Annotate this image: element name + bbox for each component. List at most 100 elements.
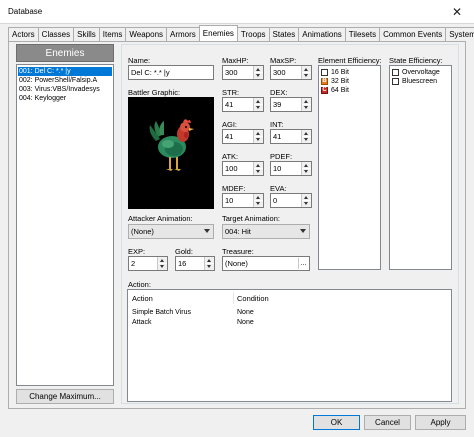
decrement-icon[interactable]: [302, 169, 311, 175]
element-item-32bit[interactable]: B 32 Bit: [321, 77, 379, 86]
increment-icon[interactable]: [302, 130, 311, 136]
table-row[interactable]: Simple Batch Virus None: [128, 309, 451, 319]
atk-stepper[interactable]: 100: [222, 161, 264, 176]
decrement-icon[interactable]: [254, 73, 263, 79]
int-stepper[interactable]: 41: [270, 129, 312, 144]
checkbox-icon[interactable]: C: [321, 87, 328, 94]
tab-enemies[interactable]: Enemies: [198, 25, 238, 41]
eva-value: 0: [273, 196, 278, 205]
apply-button[interactable]: Apply: [415, 415, 466, 430]
list-item[interactable]: 002: PowerShell/Falsip.A: [18, 76, 112, 85]
decrement-icon[interactable]: [158, 264, 167, 270]
increment-icon[interactable]: [302, 66, 311, 72]
decrement-icon[interactable]: [254, 201, 263, 207]
enemy-list[interactable]: 001: Del C: *.* |y 002: PowerShell/Falsi…: [16, 64, 114, 386]
column-divider: [233, 292, 234, 304]
attacker-animation-select[interactable]: (None): [128, 224, 214, 239]
maxsp-stepper[interactable]: 300: [270, 65, 312, 80]
pdef-stepper[interactable]: 10: [270, 161, 312, 176]
tab-states[interactable]: States: [268, 27, 300, 41]
element-label: 16 Bit: [331, 69, 349, 76]
increment-icon[interactable]: [254, 162, 263, 168]
agi-value: 41: [225, 132, 234, 141]
atk-label: ATK:: [222, 152, 239, 161]
list-item[interactable]: 003: Virus:VBS/Invadesys: [18, 85, 112, 94]
mdef-stepper[interactable]: 10: [222, 193, 264, 208]
dex-stepper[interactable]: 39: [270, 97, 312, 112]
list-item[interactable]: 001: Del C: *.* |y: [18, 67, 112, 76]
decrement-icon[interactable]: [302, 201, 311, 207]
change-maximum-button[interactable]: Change Maximum...: [16, 389, 114, 404]
decrement-icon[interactable]: [205, 264, 214, 270]
tab-skills[interactable]: Skills: [73, 27, 100, 41]
exp-stepper[interactable]: 2: [128, 256, 168, 271]
cancel-button[interactable]: Cancel: [364, 415, 411, 430]
str-stepper[interactable]: 41: [222, 97, 264, 112]
checkbox-icon[interactable]: B: [321, 78, 328, 85]
maxhp-stepper[interactable]: 300: [222, 65, 264, 80]
treasure-label: Treasure:: [222, 247, 254, 256]
decrement-icon[interactable]: [302, 105, 311, 111]
tab-armors[interactable]: Armors: [166, 27, 200, 41]
name-input[interactable]: Del C: *.* |y: [128, 65, 214, 80]
checkbox-icon[interactable]: [392, 78, 399, 85]
battler-graphic[interactable]: [128, 97, 214, 209]
decrement-icon[interactable]: [254, 137, 263, 143]
state-item-overvoltage[interactable]: Overvoltage: [392, 68, 450, 77]
decrement-icon[interactable]: [254, 169, 263, 175]
tab-items[interactable]: Items: [98, 27, 127, 41]
increment-icon[interactable]: [158, 257, 167, 263]
tab-classes[interactable]: Classes: [37, 27, 75, 41]
state-efficiency-list[interactable]: Overvoltage Bluescreen: [389, 65, 452, 270]
gold-stepper[interactable]: 16: [175, 256, 215, 271]
decrement-icon[interactable]: [302, 73, 311, 79]
increment-icon[interactable]: [302, 194, 311, 200]
dex-label: DEX:: [270, 88, 288, 97]
eva-stepper[interactable]: 0: [270, 193, 312, 208]
tab-troops[interactable]: Troops: [236, 27, 270, 41]
tab-common-events[interactable]: Common Events: [379, 27, 447, 41]
increment-icon[interactable]: [302, 98, 311, 104]
action-label: Action:: [128, 280, 151, 289]
action-table[interactable]: Action Condition Simple Batch Virus None…: [127, 289, 452, 402]
agi-stepper[interactable]: 41: [222, 129, 264, 144]
decrement-icon[interactable]: [254, 105, 263, 111]
element-label: 64 Bit: [331, 87, 349, 94]
action-column-header: Action: [132, 294, 153, 303]
int-label: INT:: [270, 120, 284, 129]
increment-icon[interactable]: [254, 66, 263, 72]
checkbox-icon[interactable]: [321, 69, 328, 76]
increment-icon[interactable]: [302, 162, 311, 168]
state-item-bluescreen[interactable]: Bluescreen: [392, 77, 450, 86]
treasure-field[interactable]: (None) ...: [222, 256, 310, 271]
tab-weapons[interactable]: Weapons: [125, 27, 168, 41]
mdef-value: 10: [225, 196, 234, 205]
atk-value: 100: [225, 164, 238, 173]
chevron-down-icon: [300, 229, 306, 233]
table-row[interactable]: Attack None: [128, 319, 451, 329]
increment-icon[interactable]: [205, 257, 214, 263]
close-icon[interactable]: ✕: [440, 0, 474, 24]
tab-animations[interactable]: Animations: [298, 27, 346, 41]
increment-icon[interactable]: [254, 98, 263, 104]
decrement-icon[interactable]: [302, 137, 311, 143]
target-animation-select[interactable]: 004: Hit: [222, 224, 310, 239]
element-item-64bit[interactable]: C 64 Bit: [321, 86, 379, 95]
checkbox-icon[interactable]: [392, 69, 399, 76]
state-label: Overvoltage: [402, 69, 440, 76]
state-label: Bluescreen: [402, 78, 438, 85]
maxhp-value: 300: [225, 68, 238, 77]
element-item-16bit[interactable]: 16 Bit: [321, 68, 379, 77]
window-title: Database: [8, 7, 43, 16]
element-efficiency-list[interactable]: 16 Bit B 32 Bit C 64 Bit: [318, 65, 381, 270]
increment-icon[interactable]: [254, 130, 263, 136]
tab-actors[interactable]: Actors: [8, 27, 39, 41]
enemy-list-header: Enemies: [16, 44, 114, 62]
ok-button[interactable]: OK: [313, 415, 360, 430]
list-item[interactable]: 004: Keylogger: [18, 94, 112, 103]
tab-tilesets[interactable]: Tilesets: [344, 27, 381, 41]
browse-button[interactable]: ...: [298, 258, 308, 269]
increment-icon[interactable]: [254, 194, 263, 200]
tab-system[interactable]: System: [445, 27, 474, 41]
action-cell: Attack: [132, 319, 152, 326]
